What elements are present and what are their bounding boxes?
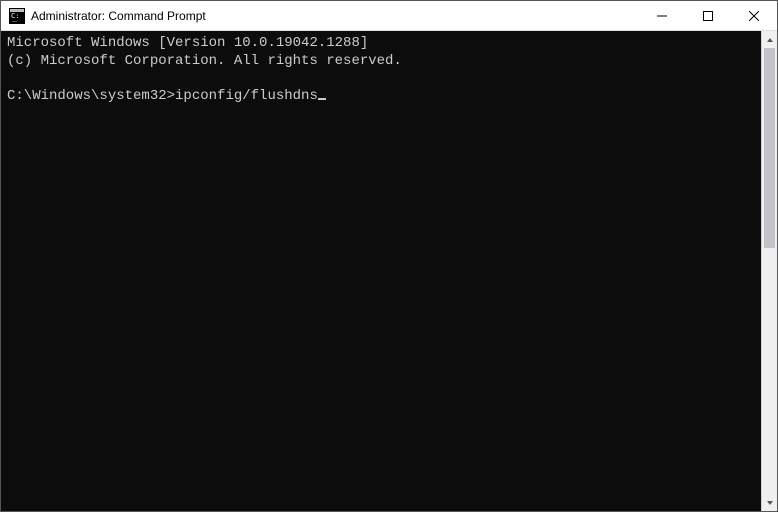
terminal-output[interactable]: Microsoft Windows [Version 10.0.19042.12… <box>1 31 761 511</box>
version-line: Microsoft Windows [Version 10.0.19042.12… <box>7 35 368 51</box>
copyright-line: (c) Microsoft Corporation. All rights re… <box>7 53 402 69</box>
scroll-thumb[interactable] <box>764 48 775 248</box>
minimize-button[interactable] <box>639 1 685 30</box>
titlebar[interactable]: _ C: Administrator: Command Prompt <box>1 1 777 31</box>
window-title: Administrator: Command Prompt <box>31 9 639 23</box>
close-button[interactable] <box>731 1 777 30</box>
command-prompt-window: _ C: Administrator: Command Prompt Micro… <box>0 0 778 512</box>
content-area: Microsoft Windows [Version 10.0.19042.12… <box>1 31 777 511</box>
cmd-icon: _ C: <box>9 8 25 24</box>
prompt-path: C:\Windows\system32> <box>7 88 175 104</box>
window-controls <box>639 1 777 30</box>
typed-command: ipconfig/flushdns <box>175 88 318 104</box>
svg-text:C:: C: <box>11 12 19 20</box>
text-cursor <box>318 98 326 100</box>
scroll-up-arrow[interactable] <box>762 31 777 48</box>
maximize-button[interactable] <box>685 1 731 30</box>
prompt-line: C:\Windows\system32>ipconfig/flushdns <box>7 88 326 104</box>
vertical-scrollbar[interactable] <box>761 31 777 511</box>
scroll-track[interactable] <box>762 48 777 494</box>
scroll-down-arrow[interactable] <box>762 494 777 511</box>
